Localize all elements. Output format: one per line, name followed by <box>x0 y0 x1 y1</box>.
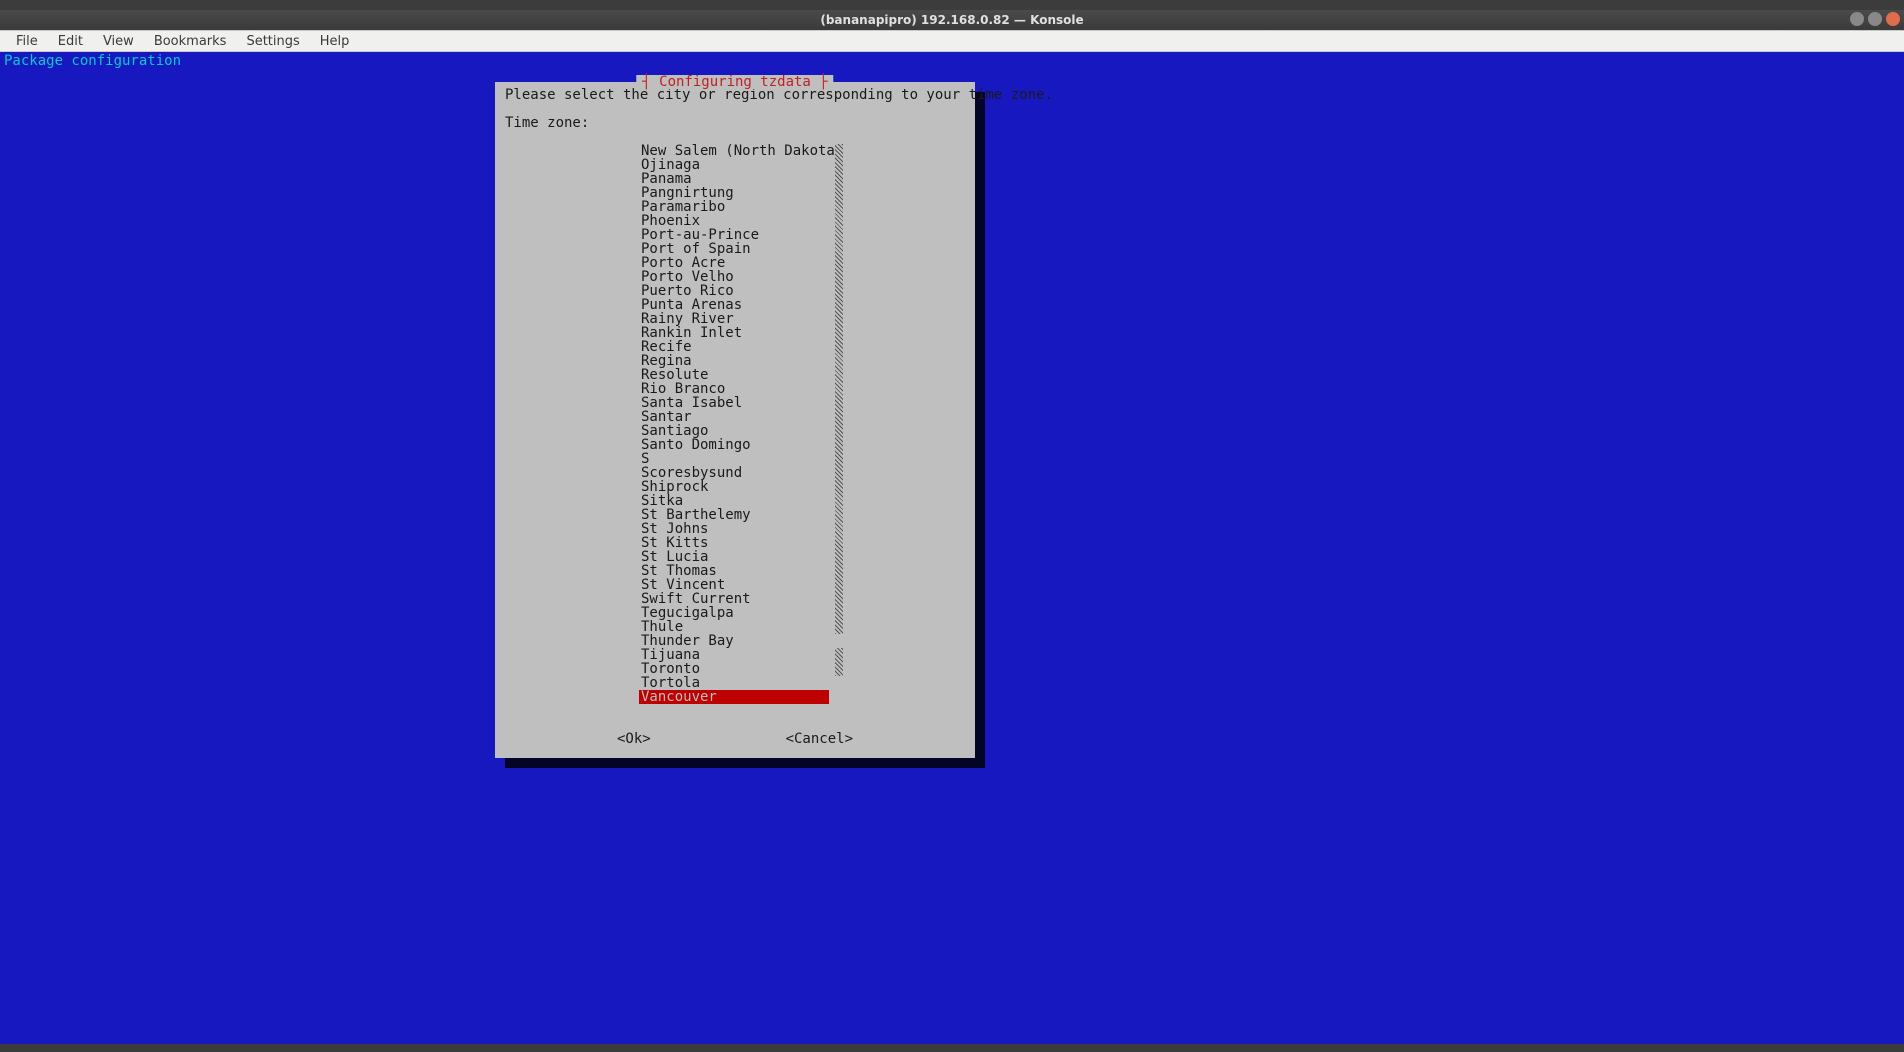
list-item[interactable]: Rankin Inlet <box>639 326 829 340</box>
close-icon[interactable] <box>1886 12 1900 26</box>
menu-settings[interactable]: Settings <box>236 34 309 49</box>
dialog-subprompt: Time zone: <box>505 116 965 130</box>
ok-button[interactable]: <Ok> <box>617 732 651 746</box>
list-item[interactable]: Resolute <box>639 368 829 382</box>
list-item[interactable]: St Thomas <box>639 564 829 578</box>
scroll-thumb[interactable] <box>835 648 843 676</box>
list-item[interactable]: Tijuana <box>639 648 829 662</box>
desktop-top-strip <box>0 0 1904 10</box>
list-item[interactable]: New Salem (North Dakota) <box>639 144 829 158</box>
list-item[interactable]: St Kitts <box>639 536 829 550</box>
list-item[interactable]: Puerto Rico <box>639 284 829 298</box>
list-item[interactable]: Porto Acre <box>639 256 829 270</box>
scrollbar[interactable] <box>835 144 843 704</box>
list-item[interactable]: Santa Isabel <box>639 396 829 410</box>
menu-view[interactable]: View <box>93 34 144 49</box>
menu-bookmarks[interactable]: Bookmarks <box>144 34 237 49</box>
list-item[interactable]: Rainy River <box>639 312 829 326</box>
window-title: (bananapipro) 192.168.0.82 — Konsole <box>820 10 1083 30</box>
scroll-gap <box>835 634 843 648</box>
list-item[interactable]: Tortola <box>639 676 829 690</box>
cancel-button[interactable]: <Cancel> <box>786 732 853 746</box>
list-item[interactable]: St Vincent <box>639 578 829 592</box>
terminal-viewport[interactable]: Package configuration ┤ Configuring tzda… <box>0 52 1904 1052</box>
list-item[interactable]: Shiprock <box>639 480 829 494</box>
list-item[interactable]: Thunder Bay <box>639 634 829 648</box>
list-item[interactable]: Porto Velho <box>639 270 829 284</box>
list-item[interactable]: Recife <box>639 340 829 354</box>
minimize-icon[interactable] <box>1850 12 1864 26</box>
window-titlebar: (bananapipro) 192.168.0.82 — Konsole <box>0 10 1904 30</box>
list-item[interactable]: Thule <box>639 620 829 634</box>
list-item[interactable]: Punta Arenas <box>639 298 829 312</box>
list-item[interactable]: St Johns <box>639 522 829 536</box>
desktop-bottom-strip <box>0 1044 1904 1052</box>
list-item[interactable]: Tegucigalpa <box>639 606 829 620</box>
menu-help[interactable]: Help <box>310 34 360 49</box>
list-item[interactable]: S <box>639 452 829 466</box>
list-item[interactable]: Vancouver <box>639 690 829 704</box>
dialog-title: ┤ Configuring tzdata ├ <box>636 75 833 89</box>
list-item[interactable]: Toronto <box>639 662 829 676</box>
list-item[interactable]: Rio Branco <box>639 382 829 396</box>
dialog-buttons: <Ok> <Cancel> <box>505 732 965 746</box>
list-item[interactable]: Pangnirtung <box>639 186 829 200</box>
list-item[interactable]: St Barthelemy <box>639 508 829 522</box>
menubar: File Edit View Bookmarks Settings Help <box>0 30 1904 52</box>
list-item[interactable]: Santo Domingo <box>639 438 829 452</box>
dialog-wrapper: ┤ Configuring tzdata ├ Please select the… <box>495 82 975 758</box>
list-item[interactable]: Regina <box>639 354 829 368</box>
list-item[interactable]: Santar <box>639 410 829 424</box>
tzdata-dialog: ┤ Configuring tzdata ├ Please select the… <box>495 82 975 758</box>
list-item[interactable]: Port-au-Prince <box>639 228 829 242</box>
list-item[interactable]: Sitka <box>639 494 829 508</box>
list-item[interactable]: Scoresbysund <box>639 466 829 480</box>
list-area: New Salem (North Dakota)OjinagaPanamaPan… <box>639 144 965 704</box>
scroll-track-upper <box>835 144 843 634</box>
dialog-prompt: Please select the city or region corresp… <box>505 88 965 102</box>
menu-file[interactable]: File <box>6 34 48 49</box>
page-title: Package configuration <box>4 54 1900 68</box>
list-item[interactable]: Santiago <box>639 424 829 438</box>
timezone-list[interactable]: New Salem (North Dakota)OjinagaPanamaPan… <box>639 144 829 704</box>
list-item[interactable]: Panama <box>639 172 829 186</box>
maximize-icon[interactable] <box>1868 12 1882 26</box>
list-item[interactable]: Ojinaga <box>639 158 829 172</box>
list-item[interactable]: Swift Current <box>639 592 829 606</box>
list-item[interactable]: Phoenix <box>639 214 829 228</box>
list-item[interactable]: Port of Spain <box>639 242 829 256</box>
list-item[interactable]: St Lucia <box>639 550 829 564</box>
list-item[interactable]: Paramaribo <box>639 200 829 214</box>
menu-edit[interactable]: Edit <box>48 34 93 49</box>
window-controls <box>1850 12 1900 26</box>
